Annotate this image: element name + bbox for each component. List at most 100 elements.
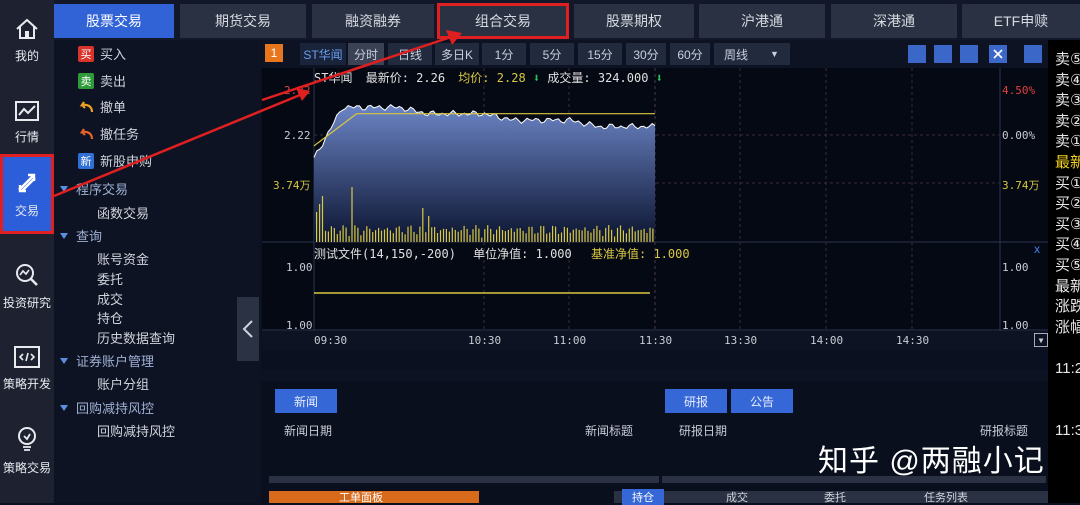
volume-bar	[475, 225, 477, 242]
volume-bar	[543, 226, 545, 242]
nav-group-program[interactable]: 程序交易	[60, 179, 128, 198]
nav-order[interactable]: 委托	[97, 269, 123, 288]
sub-y-axis-top: 1.00	[286, 261, 313, 274]
rail-label: 我的	[14, 48, 39, 63]
notice-button[interactable]: 公告	[731, 389, 793, 413]
collapse-panel-button[interactable]	[237, 297, 259, 361]
nav-cancel-task[interactable]: 撤任务	[78, 124, 139, 143]
order-book-row: 最新	[1055, 277, 1080, 295]
tab-sz-hk[interactable]: 深港通	[831, 4, 957, 38]
volume-bar	[363, 230, 365, 242]
stock-name-button[interactable]: ST华闻	[300, 43, 346, 65]
tab-stock-trade[interactable]: 股票交易	[54, 4, 174, 38]
volume-bar	[510, 228, 512, 242]
rail-item-dev[interactable]: 策略开发	[0, 328, 54, 408]
time-tick: 14:30	[896, 334, 930, 347]
volume-bar	[472, 229, 474, 242]
order-book-row: 买②	[1055, 195, 1080, 213]
volume-bar	[581, 230, 583, 242]
nav-cancel-task-label: 撤任务	[100, 127, 140, 142]
sell-icon: 卖	[78, 72, 94, 89]
tab-sh-hk[interactable]: 沪港通	[699, 4, 825, 38]
rail-item-mine[interactable]: 我的	[0, 0, 54, 80]
nav-cancel[interactable]: 撤单	[78, 97, 126, 116]
tab-portfolio[interactable]: 组合交易	[437, 3, 569, 39]
report-date-header: 研报日期	[679, 424, 728, 438]
news-scrollbar[interactable]	[269, 476, 659, 483]
info-price-label: 最新价:	[365, 71, 409, 85]
nav-func-trade[interactable]: 函数交易	[97, 203, 149, 222]
nav-account-group[interactable]: 账户分组	[97, 374, 149, 393]
volume-bar	[590, 232, 592, 242]
nav-history[interactable]: 历史数据查询	[97, 328, 175, 347]
sub-indicator-header: 测试文件(14,150,-200) 单位净值: 1.000 基准净值: 1.00…	[314, 245, 690, 262]
info-avg: 2.28	[496, 71, 526, 85]
nav-account-fund[interactable]: 账号资金	[97, 249, 149, 268]
period-15min[interactable]: 15分	[578, 43, 622, 65]
volume-bar	[327, 231, 329, 242]
tab-etf[interactable]: ETF申赎	[962, 4, 1080, 38]
sub-nav-label: 单位净值:	[473, 247, 529, 261]
rail-item-trade[interactable]: 交易	[0, 154, 54, 234]
buy-icon: 买	[78, 45, 94, 62]
volume-bar	[634, 231, 636, 242]
news-button[interactable]: 新闻	[275, 389, 337, 413]
nav-group-label: 查询	[76, 229, 103, 244]
nav-group-query[interactable]: 查询	[60, 226, 102, 245]
intraday-chart: ST华闻 最新价: 2.26 均价: 2.28 ⬇ 成交量: 324.000 ⬇…	[262, 68, 1048, 350]
order-book-row: 买①	[1055, 174, 1080, 192]
order-book-row	[1048, 400, 1080, 421]
volume-bar	[575, 228, 577, 242]
period-1min[interactable]: 1分	[482, 43, 526, 65]
tab-futures[interactable]: 期货交易	[180, 4, 306, 38]
nav-buy[interactable]: 买 买入	[78, 44, 126, 63]
volume-bar	[319, 204, 321, 242]
chevron-down-icon[interactable]: ▼	[1034, 333, 1048, 347]
expand-icon	[60, 232, 68, 239]
sub-base-label: 基准净值:	[590, 247, 647, 261]
side-panel-icon[interactable]	[1024, 45, 1042, 63]
period-intraday[interactable]: 分时	[348, 43, 384, 65]
order-book-row: 卖③	[1055, 92, 1080, 110]
volume-bar	[563, 226, 565, 242]
volume-bar	[375, 230, 377, 242]
report-button[interactable]: 研报	[665, 389, 727, 413]
period-select[interactable]: 周线 ▼	[714, 43, 790, 65]
window-icon[interactable]	[960, 45, 978, 63]
nav-sell[interactable]: 卖 卖出	[78, 71, 126, 90]
layout-icon[interactable]	[908, 45, 926, 63]
nav-position[interactable]: 持仓	[97, 308, 123, 327]
rail-item-quotes[interactable]: 行情	[0, 82, 54, 162]
nav-group-account[interactable]: 证券账户管理	[60, 351, 154, 370]
volume-bar	[616, 227, 619, 242]
nav-group-repo[interactable]: 回购减持风控	[60, 398, 154, 417]
tab-options[interactable]: 股票期权	[574, 4, 694, 38]
period-daily[interactable]: 日线	[388, 43, 432, 65]
volume-bar	[496, 229, 498, 242]
expand-icon	[60, 357, 68, 364]
close-icon[interactable]	[989, 45, 1007, 63]
volume-bar	[357, 227, 359, 242]
rail-item-strategy[interactable]: 策略交易	[0, 410, 54, 490]
tab-margin[interactable]: 融资融券	[312, 4, 434, 38]
volume-bar	[507, 230, 509, 242]
volume-bar	[540, 225, 542, 242]
info-vol: 324.000	[597, 71, 649, 85]
period-5min[interactable]: 5分	[530, 43, 574, 65]
nav-repo-ctrl[interactable]: 回购减持风控	[97, 421, 175, 440]
volume-bar	[569, 232, 571, 242]
popout-icon[interactable]	[934, 45, 952, 63]
period-60min[interactable]: 60分	[670, 43, 710, 65]
volume-bar	[380, 230, 383, 242]
bottom-left-tab[interactable]: 工单面板	[269, 491, 479, 504]
volume-bar	[439, 230, 442, 242]
rail-label: 投资研究	[2, 295, 51, 310]
nav-ipo[interactable]: 新 新股申购	[78, 151, 152, 170]
volume-bar	[643, 228, 645, 242]
period-multiday[interactable]: 多日K	[435, 43, 479, 65]
period-30min[interactable]: 30分	[626, 43, 666, 65]
rail-item-research[interactable]: 投资研究	[0, 246, 54, 326]
sub-close-icon[interactable]: x	[1034, 242, 1040, 256]
nav-deal[interactable]: 成交	[97, 289, 123, 308]
volume-bar	[336, 234, 338, 242]
